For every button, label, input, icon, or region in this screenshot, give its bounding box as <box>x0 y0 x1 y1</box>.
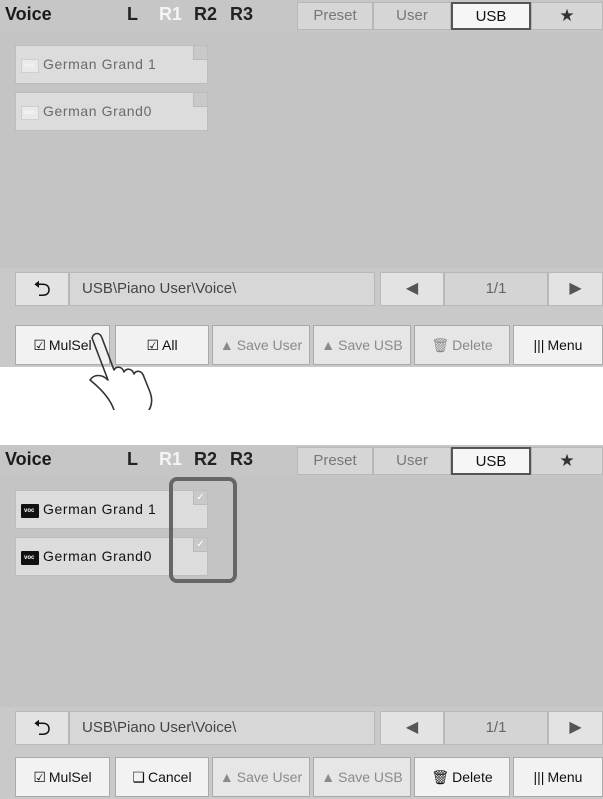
menu-button[interactable]: ||| Menu <box>513 757 603 797</box>
back-arrow-icon: ⮌ <box>33 276 51 301</box>
delete-button[interactable]: 🗑 Delete <box>414 757 510 797</box>
triangle-left-icon: ◀ <box>405 280 419 297</box>
voc-file-icon: voc <box>21 106 39 120</box>
part-r2[interactable]: R2 <box>194 449 217 470</box>
part-r3[interactable]: R3 <box>230 4 253 25</box>
voice-name: German Grand0 <box>43 548 152 564</box>
part-r3[interactable]: R3 <box>230 449 253 470</box>
tab-favorite[interactable]: ★ <box>531 447 603 475</box>
file-list: voc German Grand 1 ✓ voc German Grand0 ✓ <box>0 477 603 707</box>
path-row: ⮌ USB\Piano User\Voice\ ◀ 1/1 ▶ <box>0 268 603 308</box>
back-button[interactable]: ⮌ <box>15 272 69 306</box>
bars-icon: ||| <box>533 337 545 353</box>
item-checkbox[interactable] <box>193 93 207 107</box>
path-row: ⮌ USB\Piano User\Voice\ ◀ 1/1 ▶ <box>0 707 603 747</box>
part-l[interactable]: L <box>127 4 138 25</box>
prev-page-button[interactable]: ◀ <box>380 272 444 306</box>
top-bar: Voice L R1 R2 R3 Preset User USB ★ <box>0 445 603 477</box>
bars-icon: ||| <box>533 769 545 785</box>
trash-icon: 🗑 <box>431 769 450 785</box>
triangle-right-icon: ▶ <box>569 719 582 736</box>
multi-select-button[interactable]: ☑ MulSel <box>15 757 110 797</box>
voice-panel-after: Voice L R1 R2 R3 Preset User USB ★ voc G… <box>0 445 603 799</box>
save-icon: ▲ <box>219 337 234 353</box>
menu-button[interactable]: ||| Menu <box>513 325 603 365</box>
path-display: USB\Piano User\Voice\ <box>69 272 375 306</box>
cancel-icon: ❏ <box>132 769 145 785</box>
checkbox-highlight-frame <box>169 477 237 583</box>
save-usb-button[interactable]: ▲ Save USB <box>313 325 411 365</box>
part-l[interactable]: L <box>127 449 138 470</box>
page-title: Voice <box>5 4 52 24</box>
voc-file-icon: voc <box>21 59 39 73</box>
back-button[interactable]: ⮌ <box>15 711 69 745</box>
star-icon: ★ <box>559 6 575 25</box>
next-page-button[interactable]: ▶ <box>548 272 603 306</box>
top-bar: Voice L R1 R2 R3 Preset User USB ★ <box>0 0 603 32</box>
save-usb-button[interactable]: ▲ Save USB <box>313 757 411 797</box>
tab-preset[interactable]: Preset <box>297 447 373 475</box>
prev-page-button[interactable]: ◀ <box>380 711 444 745</box>
checkbox-icon: ☑ <box>33 769 46 785</box>
voice-name: German Grand 1 <box>43 56 157 72</box>
page-title: Voice <box>5 449 52 469</box>
list-item[interactable]: voc German Grand0 <box>15 92 208 131</box>
save-user-button[interactable]: ▲ Save User <box>212 757 310 797</box>
delete-button[interactable]: 🗑 Delete <box>414 325 510 365</box>
tab-user[interactable]: User <box>373 2 451 30</box>
save-usb-icon: ▲ <box>321 769 336 785</box>
tab-favorite[interactable]: ★ <box>531 2 603 30</box>
tab-usb[interactable]: USB <box>451 447 531 475</box>
voc-file-icon: voc <box>21 504 39 518</box>
cancel-button[interactable]: ❏ Cancel <box>115 757 209 797</box>
voice-name: German Grand 1 <box>43 501 157 517</box>
save-usb-icon: ▲ <box>321 337 336 353</box>
save-icon: ▲ <box>219 769 234 785</box>
voice-panel-before: Voice L R1 R2 R3 Preset User USB ★ voc G… <box>0 0 603 367</box>
path-display: USB\Piano User\Voice\ <box>69 711 375 745</box>
voc-file-icon: voc <box>21 551 39 565</box>
function-buttons: ☑ MulSel ❏ Cancel ▲ Save User ▲ Save USB 🗑 De… <box>0 757 603 799</box>
pointing-hand-icon <box>89 332 153 410</box>
triangle-right-icon: ▶ <box>569 280 582 297</box>
next-page-button[interactable]: ▶ <box>548 711 603 745</box>
tab-user[interactable]: User <box>373 447 451 475</box>
star-icon: ★ <box>559 451 575 470</box>
item-checkbox[interactable] <box>193 46 207 60</box>
file-list: voc German Grand 1 voc German Grand0 <box>0 32 603 268</box>
page-indicator: 1/1 <box>444 272 548 306</box>
triangle-left-icon: ◀ <box>405 719 419 736</box>
part-r1[interactable]: R1 <box>159 449 182 470</box>
part-r2[interactable]: R2 <box>194 4 217 25</box>
tab-preset[interactable]: Preset <box>297 2 373 30</box>
page-indicator: 1/1 <box>444 711 548 745</box>
list-item[interactable]: voc German Grand 1 <box>15 45 208 84</box>
part-r1[interactable]: R1 <box>159 4 182 25</box>
trash-icon: 🗑 <box>431 337 450 353</box>
tab-usb[interactable]: USB <box>451 2 531 30</box>
save-user-button[interactable]: ▲ Save User <box>212 325 310 365</box>
back-arrow-icon: ⮌ <box>33 715 51 740</box>
voice-name: German Grand0 <box>43 103 152 119</box>
checkbox-icon: ☑ <box>33 337 46 353</box>
